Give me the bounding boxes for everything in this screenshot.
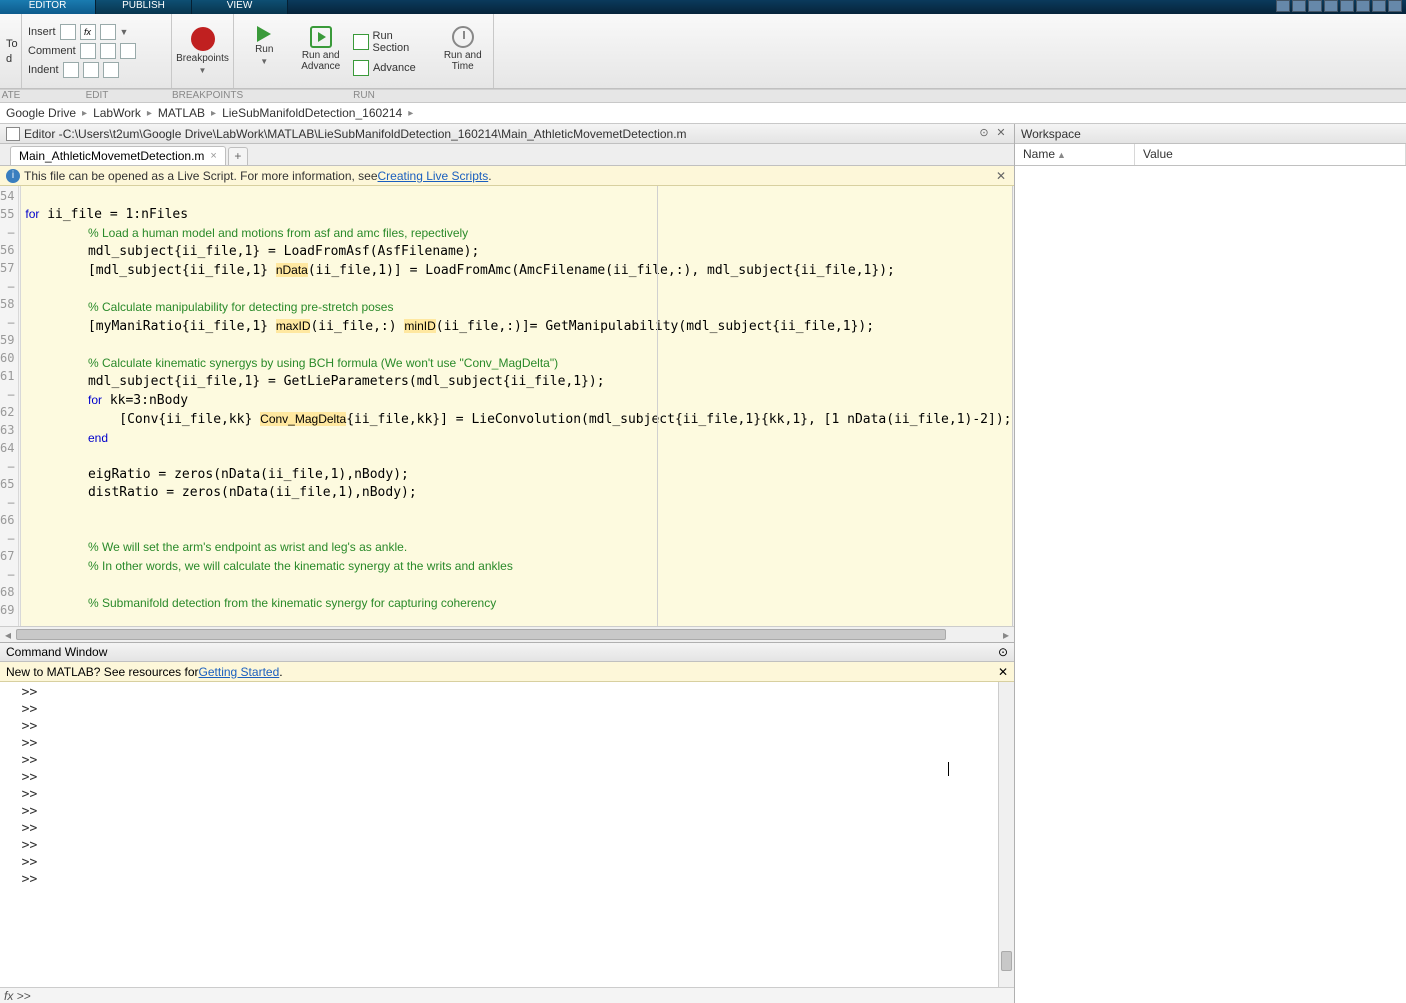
editor-title-prefix: Editor -: [24, 127, 63, 141]
cmdwin-actions-icon[interactable]: ⊙: [998, 645, 1008, 659]
file-tabs: Main_AthleticMovemetDetection.m × +: [0, 144, 1014, 166]
file-tab-close-icon[interactable]: ×: [210, 150, 216, 162]
clock-icon: [452, 26, 474, 48]
qa-icon-6[interactable]: [1356, 0, 1370, 12]
qa-icon-7[interactable]: [1372, 0, 1386, 12]
run-and-advance-button[interactable]: Run and Advance: [296, 26, 344, 72]
livescript-link[interactable]: Creating Live Scripts: [378, 169, 489, 183]
comment-pct-icon[interactable]: [80, 43, 96, 59]
info-icon: i: [6, 169, 20, 183]
run-advance-icon: [310, 26, 332, 48]
insert-comment-icon[interactable]: [100, 24, 116, 40]
editor-panel-title: Editor - C:\Users\t2um\Google Drive\LabW…: [0, 124, 1014, 144]
workspace-col-name[interactable]: Name▲: [1015, 144, 1135, 165]
tab-view[interactable]: VIEW: [192, 0, 288, 14]
find-label[interactable]: d: [6, 53, 15, 65]
workspace-header[interactable]: Name▲ Value: [1015, 144, 1406, 166]
run-and-time-button[interactable]: Run and Time: [439, 26, 487, 72]
smart-indent-icon[interactable]: [103, 62, 119, 78]
indent-label: Indent: [28, 64, 59, 76]
command-fx-bar[interactable]: fx >>: [0, 987, 1014, 1003]
breakpoints-button[interactable]: Breakpoints ▼: [178, 27, 228, 75]
qa-icon-5[interactable]: [1340, 0, 1354, 12]
workspace-col-value[interactable]: Value: [1135, 144, 1406, 165]
editor-actions-icon[interactable]: ⊙: [977, 127, 991, 141]
current-folder-breadcrumb[interactable]: Google Drive▸ LabWork▸ MATLAB▸ LieSubMan…: [0, 102, 1406, 124]
livescript-infobar: i This file can be opened as a Live Scri…: [0, 166, 1014, 186]
advance-icon: [353, 60, 369, 76]
editor-hscrollbar[interactable]: ◂ ▸: [0, 626, 1014, 642]
run-icon: [257, 26, 271, 42]
file-icon: [6, 127, 20, 141]
sort-icon: ▲: [1057, 150, 1066, 160]
toolstrip: To d Insert fx ▼ Comment Indent Breakpoi…: [0, 14, 1406, 89]
crumb-1[interactable]: LabWork: [93, 106, 141, 120]
cmdwin-info-close-icon[interactable]: ✕: [998, 665, 1008, 679]
toolstrip-tabs: EDITOR PUBLISH VIEW: [0, 0, 1406, 14]
editor-file-path: C:\Users\t2um\Google Drive\LabWork\MATLA…: [63, 127, 687, 141]
titlebar-quick-icons: [1276, 0, 1406, 14]
insert-label: Insert: [28, 26, 56, 38]
qa-icon-1[interactable]: [1276, 0, 1290, 12]
goto-label[interactable]: To: [6, 38, 15, 50]
editor-vscrollbar[interactable]: [1012, 186, 1015, 626]
insert-section-icon[interactable]: [60, 24, 76, 40]
tab-publish[interactable]: PUBLISH: [96, 0, 192, 14]
uncomment-icon[interactable]: [100, 43, 116, 59]
qa-icon-3[interactable]: [1308, 0, 1322, 12]
crumb-2[interactable]: MATLAB: [158, 106, 205, 120]
comment-label: Comment: [28, 45, 76, 57]
qa-icon-4[interactable]: [1324, 0, 1338, 12]
infobar-close-icon[interactable]: ✕: [994, 169, 1008, 183]
getting-started-link[interactable]: Getting Started: [199, 665, 280, 679]
command-window-body[interactable]: >> >> >> >> >> >> >> >> >> >> >> >>: [0, 682, 1014, 987]
advance-button[interactable]: Advance: [353, 60, 431, 76]
qa-icon-8[interactable]: [1388, 0, 1402, 12]
file-tab[interactable]: Main_AthleticMovemetDetection.m ×: [10, 146, 226, 165]
livescript-msg: This file can be opened as a Live Script…: [24, 169, 378, 183]
code-area[interactable]: for ii_file = 1:nFiles % Load a human mo…: [21, 186, 1011, 626]
tab-editor[interactable]: EDITOR: [0, 0, 96, 14]
run-button[interactable]: Run ▼: [240, 26, 288, 66]
insert-dropdown-icon[interactable]: ▼: [120, 27, 129, 37]
cmdwin-vscrollbar[interactable]: [998, 682, 1014, 987]
editor-body[interactable]: 54 55 – 56 57 – 58 – 59 60 61 – 62 63 64…: [0, 186, 1014, 626]
right-margin-line: [657, 186, 658, 626]
workspace-panel: Workspace Name▲ Value: [1015, 124, 1406, 1003]
run-section-icon: [353, 34, 369, 50]
hscroll-thumb[interactable]: [16, 629, 946, 640]
run-section-button[interactable]: Run Section: [353, 30, 431, 54]
toolstrip-section-labels: ATE EDIT BREAKPOINTS RUN: [0, 89, 1406, 102]
workspace-body[interactable]: [1015, 166, 1406, 1003]
file-tab-label: Main_AthleticMovemetDetection.m: [19, 149, 204, 163]
indent-left-icon[interactable]: [83, 62, 99, 78]
wrap-comment-icon[interactable]: [120, 43, 136, 59]
indent-right-icon[interactable]: [63, 62, 79, 78]
command-window-title: Command Window ⊙: [0, 642, 1014, 662]
text-cursor: [948, 762, 949, 776]
new-file-tab-button[interactable]: +: [228, 147, 248, 165]
workspace-title: Workspace: [1015, 124, 1406, 144]
cmdwin-vscroll-thumb[interactable]: [1001, 951, 1012, 971]
hscroll-right-icon[interactable]: ▸: [998, 628, 1014, 642]
crumb-0[interactable]: Google Drive: [6, 106, 76, 120]
qa-icon-2[interactable]: [1292, 0, 1306, 12]
hscroll-left-icon[interactable]: ◂: [0, 628, 16, 642]
insert-fx-icon[interactable]: fx: [80, 24, 96, 40]
line-number-gutter[interactable]: 54 55 – 56 57 – 58 – 59 60 61 – 62 63 64…: [0, 186, 19, 626]
crumb-3[interactable]: LieSubManifoldDetection_160214: [222, 106, 402, 120]
command-window-text[interactable]: >> >> >> >> >> >> >> >> >> >> >> >>: [0, 682, 998, 987]
fx-icon[interactable]: fx >>: [4, 989, 31, 1003]
editor-close-icon[interactable]: ✕: [994, 127, 1008, 141]
cmdwin-infobar: New to MATLAB? See resources for Getting…: [0, 662, 1014, 682]
